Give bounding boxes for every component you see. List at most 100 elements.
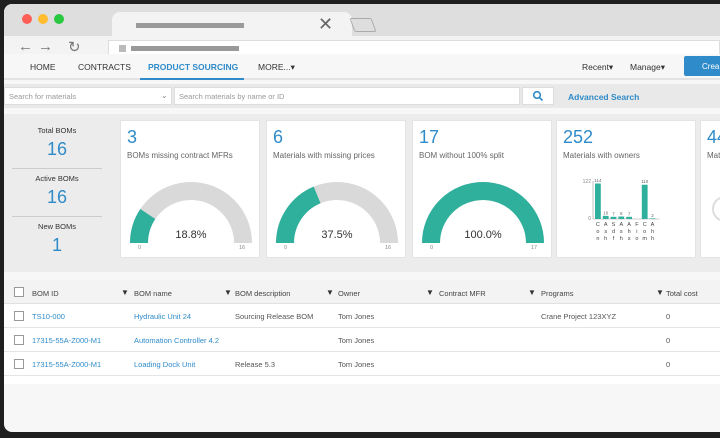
bar-card-owners[interactable]: 252 Materials with owners 122 0 114 Co n 10 As…	[556, 120, 696, 258]
row-checkbox[interactable]	[14, 359, 24, 369]
x-tick-label: A	[604, 222, 608, 228]
select-all-checkbox[interactable]	[14, 287, 24, 297]
search-row: Search for materials ⌄ Search materials …	[4, 84, 720, 108]
bar[interactable]	[602, 215, 609, 219]
back-icon[interactable]: ←	[18, 38, 33, 55]
table-row[interactable]: TS10-000 Hydraulic Unit 24 Sourcing Releas…	[4, 304, 720, 328]
search-input[interactable]: Search materials by name or ID	[174, 87, 520, 105]
x-tick-label: s	[604, 229, 607, 235]
cell-total-cost: 0	[666, 312, 671, 321]
filter-icon[interactable]: ▼	[426, 288, 434, 297]
gauge-percent: 18.8%	[175, 229, 206, 241]
cell-total-cost: 0	[666, 360, 671, 369]
browser-tab[interactable]: ✕	[112, 12, 352, 38]
x-tick-label: d	[612, 229, 615, 235]
x-tick-label: o	[643, 229, 646, 235]
gauge-card-missing-mfrs[interactable]: 3 BOMs missing contract MFRs 18.8% 0 16	[120, 120, 260, 258]
x-tick-label: h	[651, 236, 654, 242]
cell-bom-name[interactable]: Loading Dock Unit	[134, 360, 195, 369]
col-contract-mfr[interactable]: Contract MFR	[439, 289, 486, 298]
x-tick-label: m	[642, 236, 647, 242]
gauge-card-without-split[interactable]: 17 BOM without 100% split 100.0% 0 17	[412, 120, 552, 258]
bar[interactable]	[649, 218, 656, 219]
filter-icon[interactable]: ▼	[326, 288, 334, 297]
filter-icon[interactable]: ▼	[121, 288, 129, 297]
gauge-card-missing-prices[interactable]: 6 Materials with missing prices 37.5% 0 16	[266, 120, 406, 258]
cell-bom-id[interactable]: TS10-000	[32, 312, 65, 321]
col-total-cost[interactable]: Total cost	[666, 289, 698, 298]
stat-total-boms[interactable]: Total BOMs 16	[12, 126, 102, 160]
col-programs[interactable]: Programs	[541, 289, 574, 298]
y-tick-min: 0	[588, 216, 591, 222]
cell-bom-name[interactable]: Automation Controller 4.2	[134, 336, 219, 345]
gauge-min-label: 0	[430, 245, 433, 251]
browser-window: ✕ ← → ↻ HOME CONTRACTS PRODUCT SOURCING …	[4, 4, 720, 432]
row-checkbox[interactable]	[14, 311, 24, 321]
partial-card[interactable]: 44 Mate	[700, 120, 720, 258]
bar-value-label: 8	[620, 211, 623, 216]
y-tick-max: 122	[583, 179, 592, 185]
create-button[interactable]: Crea	[684, 56, 720, 76]
minimize-dot[interactable]	[38, 14, 48, 24]
bar[interactable]	[626, 216, 632, 219]
cell-bom-description: Release 5.3	[235, 360, 276, 369]
col-owner[interactable]: Owner	[338, 289, 360, 298]
x-tick-label: h	[628, 229, 631, 235]
bar[interactable]	[618, 216, 625, 219]
x-tick-label: h	[651, 229, 654, 235]
close-tab-icon[interactable]: ✕	[318, 14, 333, 35]
x-tick-label: C	[596, 222, 600, 228]
chevron-down-icon: ⌄	[161, 91, 168, 100]
stat-value: 16	[46, 187, 68, 207]
gauge-percent: 37.5%	[321, 229, 352, 241]
row-checkbox[interactable]	[14, 335, 24, 345]
col-bom-name[interactable]: BOM name	[134, 289, 172, 298]
table-row[interactable]: 17315-55A-Z000-M1 Loading Dock Unit Releas…	[4, 352, 720, 376]
cell-bom-id[interactable]: 17315-55A-Z000-M1	[32, 360, 101, 369]
bar-value-label: 2	[651, 213, 654, 218]
cell-bom-name[interactable]: Hydraulic Unit 24	[134, 312, 191, 321]
cell-bom-id[interactable]: 17315-55A-Z000-M1	[32, 336, 101, 345]
stat-active-boms[interactable]: Active BOMs 16	[12, 174, 102, 208]
stat-value: 1	[51, 235, 62, 255]
filter-icon[interactable]: ▼	[224, 288, 232, 297]
nav-contracts[interactable]: CONTRACTS	[78, 62, 131, 72]
search-button[interactable]	[522, 87, 554, 105]
filter-icon[interactable]: ▼	[656, 288, 664, 297]
search-icon	[532, 90, 544, 102]
x-tick-label: s	[620, 229, 623, 235]
bar[interactable]	[641, 184, 648, 219]
stat-label: New BOMs	[38, 222, 76, 231]
nav-manage[interactable]: Manage▾	[630, 62, 665, 73]
nav-more[interactable]: MORE...▾	[258, 62, 295, 73]
bar[interactable]	[595, 183, 601, 219]
owners-bar-chart: 1220114Con10Ash7Sdf8Ash7AhsFio110Com2Ahh	[583, 178, 660, 242]
advanced-search-link[interactable]: Advanced Search	[568, 92, 639, 102]
x-tick-label: A	[651, 222, 655, 228]
gauge-max-label: 16	[385, 245, 391, 251]
material-type-select[interactable]: Search for materials ⌄	[4, 87, 172, 105]
nav-product-sourcing[interactable]: PRODUCT SOURCING	[148, 62, 238, 72]
x-tick-label: C	[643, 222, 647, 228]
table-header: BOM ID ▼ BOM name ▼ BOM description ▼ Ow…	[4, 280, 720, 304]
filter-icon[interactable]: ▼	[528, 288, 536, 297]
bar[interactable]	[610, 216, 617, 219]
close-dot[interactable]	[22, 14, 32, 24]
bar-value-label: 7	[628, 211, 631, 216]
nav-recent[interactable]: Recent▾	[582, 62, 613, 73]
table-row[interactable]: 17315-55A-Z000-M1 Automation Controller 4…	[4, 328, 720, 352]
x-tick-label: o	[596, 229, 599, 235]
partial-gauge-icon	[712, 197, 720, 221]
maximize-dot[interactable]	[54, 14, 64, 24]
col-bom-id[interactable]: BOM ID	[32, 289, 59, 298]
forward-icon[interactable]: →	[38, 38, 53, 55]
gauge-max-label: 17	[531, 245, 537, 251]
col-bom-description[interactable]: BOM description	[235, 289, 290, 298]
new-tab-icon[interactable]	[349, 18, 377, 32]
stat-label: Total BOMs	[37, 126, 77, 135]
gauge-fill	[276, 186, 321, 244]
stat-new-boms[interactable]: New BOMs 1	[12, 222, 102, 256]
nav-home[interactable]: HOME	[30, 62, 56, 72]
x-tick-label: o	[635, 236, 638, 242]
title-bar: ✕	[4, 4, 720, 38]
